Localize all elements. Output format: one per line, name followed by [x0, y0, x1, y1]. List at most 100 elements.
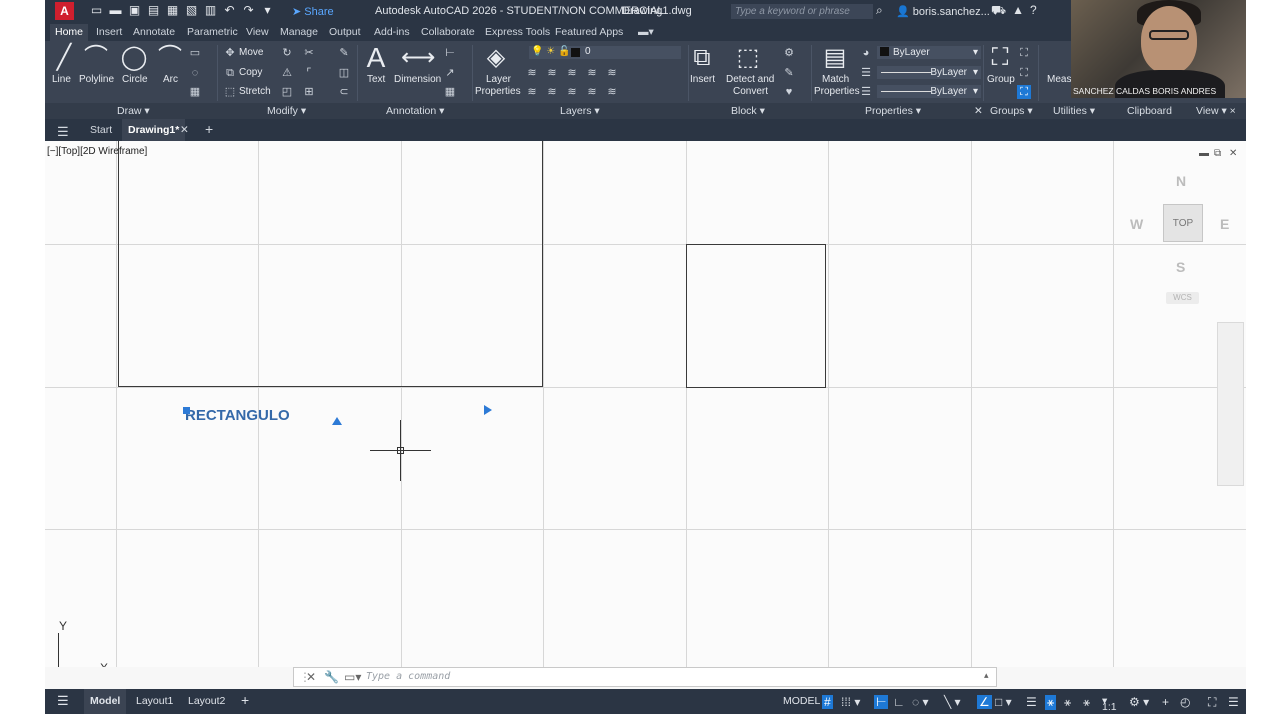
object-snap-icon[interactable]: □ ▾: [995, 695, 1012, 709]
fullscreen-icon[interactable]: ⛶: [1208, 695, 1216, 710]
layer-tool-icon[interactable]: ≋: [565, 66, 579, 80]
tab-view[interactable]: View: [246, 26, 269, 38]
cart-icon[interactable]: ⛟: [991, 3, 1006, 19]
circle-tool-icon[interactable]: ◯: [119, 43, 149, 73]
viewcube-south[interactable]: S: [1176, 259, 1185, 275]
viewcube-top-face[interactable]: TOP: [1163, 204, 1203, 242]
mirror-icon[interactable]: ⚠: [280, 66, 294, 80]
linear-dim-icon[interactable]: ⊢: [443, 46, 457, 60]
customize-icon[interactable]: 🔧: [324, 670, 339, 684]
command-history-icon[interactable]: ▴: [984, 670, 989, 681]
layer-tool-icon[interactable]: ≋: [605, 85, 619, 99]
offset-icon[interactable]: ⊂: [337, 85, 351, 99]
recent-commands-icon[interactable]: ▭▾: [344, 670, 361, 684]
tab-collaborate[interactable]: Collaborate: [421, 26, 475, 38]
layer-tool-icon[interactable]: ≋: [545, 66, 559, 80]
viewcube-west[interactable]: W: [1130, 216, 1143, 232]
layer-tool-icon[interactable]: ≋: [545, 85, 559, 99]
close-command-line-icon[interactable]: ✕: [306, 670, 316, 684]
model-space-toggle[interactable]: MODEL: [783, 695, 820, 707]
insert-button[interactable]: Insert: [690, 74, 715, 85]
text-grip-arrow-up[interactable]: [332, 417, 342, 425]
panel-block[interactable]: Block ▾: [731, 105, 765, 117]
explode-icon[interactable]: ◫: [337, 66, 351, 80]
tab-annotate[interactable]: Annotate: [133, 26, 175, 38]
ortho-mode-icon[interactable]: ∟: [893, 695, 905, 709]
panel-groups[interactable]: Groups ▾: [990, 105, 1033, 117]
panel-annotation[interactable]: Annotation ▾: [386, 105, 444, 117]
line-tool-icon[interactable]: ╱: [49, 43, 79, 73]
rectangle-square[interactable]: [686, 244, 826, 388]
leader-icon[interactable]: ↗: [443, 66, 457, 80]
move-icon[interactable]: ✥: [223, 46, 237, 60]
help-icon[interactable]: ?: [1030, 3, 1037, 19]
copy-icon[interactable]: ⧉: [223, 66, 237, 80]
dimension-button[interactable]: Dimension: [394, 74, 441, 85]
tab-output[interactable]: Output: [329, 26, 361, 38]
isolate-objects-icon[interactable]: ◴: [1180, 695, 1190, 709]
match-properties-icon[interactable]: ▤: [820, 43, 850, 73]
autocad-logo-icon[interactable]: A: [55, 2, 74, 20]
group-icon[interactable]: ⛶: [985, 43, 1015, 73]
insert-block-icon[interactable]: ⧉: [687, 43, 717, 73]
customization-menu-icon[interactable]: ☰: [1228, 695, 1239, 709]
web-mobile-open-icon[interactable]: ▦: [165, 3, 180, 18]
layout-menu-icon[interactable]: ☰: [57, 693, 69, 709]
dynamic-input-icon[interactable]: ⊢: [874, 695, 889, 709]
table-icon[interactable]: ▦: [443, 85, 457, 99]
annotation-monitor-icon[interactable]: +: [1162, 695, 1169, 709]
viewcube-east[interactable]: E: [1220, 216, 1229, 232]
arc-button[interactable]: Arc: [163, 74, 178, 85]
autodesk-a360-icon[interactable]: ▲: [1012, 3, 1024, 19]
drawing-canvas[interactable]: [−][Top][2D Wireframe] RECTANGULO ▬ ⧉ ✕ …: [45, 141, 1246, 667]
edit-block-icon[interactable]: ✎: [782, 66, 796, 80]
stretch-icon[interactable]: ⬚: [223, 85, 237, 99]
match-properties-button[interactable]: Match: [822, 74, 849, 85]
layer-tool-icon[interactable]: ≋: [565, 85, 579, 99]
panel-utilities[interactable]: Utilities ▾: [1053, 105, 1095, 117]
command-input[interactable]: Type a command: [366, 671, 450, 682]
qat-dropdown-icon[interactable]: ▾: [260, 3, 275, 18]
linetype-dropdown[interactable]: ByLayer ▾: [877, 66, 981, 79]
layer-tool-icon[interactable]: ≋: [585, 85, 599, 99]
rectangle-tool-icon[interactable]: ▭: [188, 46, 202, 60]
isometric-drafting-icon[interactable]: ╲ ▾: [944, 695, 961, 709]
navigation-bar[interactable]: [1217, 322, 1244, 486]
wcs-menu[interactable]: WCS: [1166, 292, 1199, 304]
rotate-icon[interactable]: ↻: [280, 46, 294, 60]
tab-manage[interactable]: Manage: [280, 26, 318, 38]
hamburger-menu-icon[interactable]: ☰: [57, 124, 69, 140]
panel-draw[interactable]: Draw ▾: [117, 105, 150, 117]
layer-tool-icon[interactable]: ≋: [585, 66, 599, 80]
tab-home[interactable]: Home: [50, 24, 89, 41]
annotation-scale-dropdown[interactable]: 1:1 ▾: [1102, 695, 1117, 713]
close-viewport-icon[interactable]: ✕: [1229, 148, 1237, 159]
move-button[interactable]: Move: [239, 47, 263, 58]
snap-mode-icon[interactable]: ⁞⁞⁞ ▾: [841, 695, 860, 709]
search-icon[interactable]: ⌕: [876, 3, 883, 18]
auto-scale-icon[interactable]: ⚹: [1064, 695, 1071, 710]
tab-parametric[interactable]: Parametric: [187, 26, 238, 38]
minimize-viewport-icon[interactable]: ▬: [1199, 148, 1209, 159]
panel-view[interactable]: View ▾ ×: [1196, 105, 1236, 117]
redo-icon[interactable]: ↷: [241, 3, 256, 18]
panel-layers[interactable]: Layers ▾: [560, 105, 600, 117]
group-edit-icon[interactable]: ⛶: [1017, 66, 1031, 80]
lineweight-icon[interactable]: ☰: [859, 85, 873, 99]
tab-featured-apps[interactable]: Featured Apps: [555, 26, 623, 38]
close-tab-icon[interactable]: ✕: [180, 124, 189, 136]
polar-tracking-icon[interactable]: ◌ ▾: [912, 695, 929, 709]
hatch-pattern-icon[interactable]: ▦: [188, 85, 202, 99]
layer-tool-icon[interactable]: ≋: [525, 66, 539, 80]
ribbon-toggle-icon[interactable]: ▬▾: [638, 26, 654, 38]
layout2-tab[interactable]: Layout2: [188, 695, 225, 707]
share-button[interactable]: ➤ Share: [292, 5, 334, 18]
scale-icon[interactable]: ◰: [280, 85, 294, 99]
model-tab[interactable]: Model: [84, 689, 127, 714]
mtext-object[interactable]: RECTANGULO: [185, 407, 290, 424]
workspace-settings-icon[interactable]: ⚙ ▾: [1129, 695, 1149, 709]
tab-add-ins[interactable]: Add-ins: [374, 26, 410, 38]
panel-close-icon[interactable]: ✕: [974, 105, 983, 117]
group-button[interactable]: Group: [987, 74, 1015, 85]
text-tool-icon[interactable]: A: [361, 43, 391, 73]
